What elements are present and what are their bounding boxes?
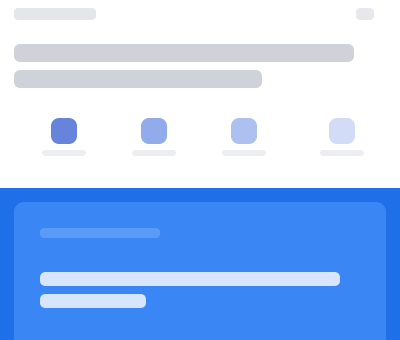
quick-action-1[interactable] [36,118,92,164]
quick-action-1-label [42,150,86,156]
quick-actions-row [0,110,400,166]
quick-action-4-label [320,150,364,156]
quick-action-3[interactable] [216,118,272,164]
headline-line-1 [14,44,354,62]
top-bar-action-button[interactable] [356,8,374,20]
calendar-icon [231,118,257,144]
shield-icon [51,118,77,144]
chat-icon [329,118,355,144]
promo-card-panel [14,202,386,340]
quick-action-2[interactable] [126,118,182,164]
quick-action-3-label [222,150,266,156]
top-bar [0,0,400,36]
headline [14,44,364,96]
promo-card-line-1 [40,272,340,286]
quick-action-2-label [132,150,176,156]
promo-card-text [14,202,15,203]
promo-card-eyebrow [40,228,160,238]
headline-text [14,44,15,45]
promo-card-line-2 [40,294,146,308]
headline-line-2 [14,70,262,88]
promo-card[interactable] [0,188,400,340]
top-bar-title [14,8,96,20]
quick-action-4[interactable] [314,118,370,164]
screen [0,0,400,340]
document-icon [141,118,167,144]
